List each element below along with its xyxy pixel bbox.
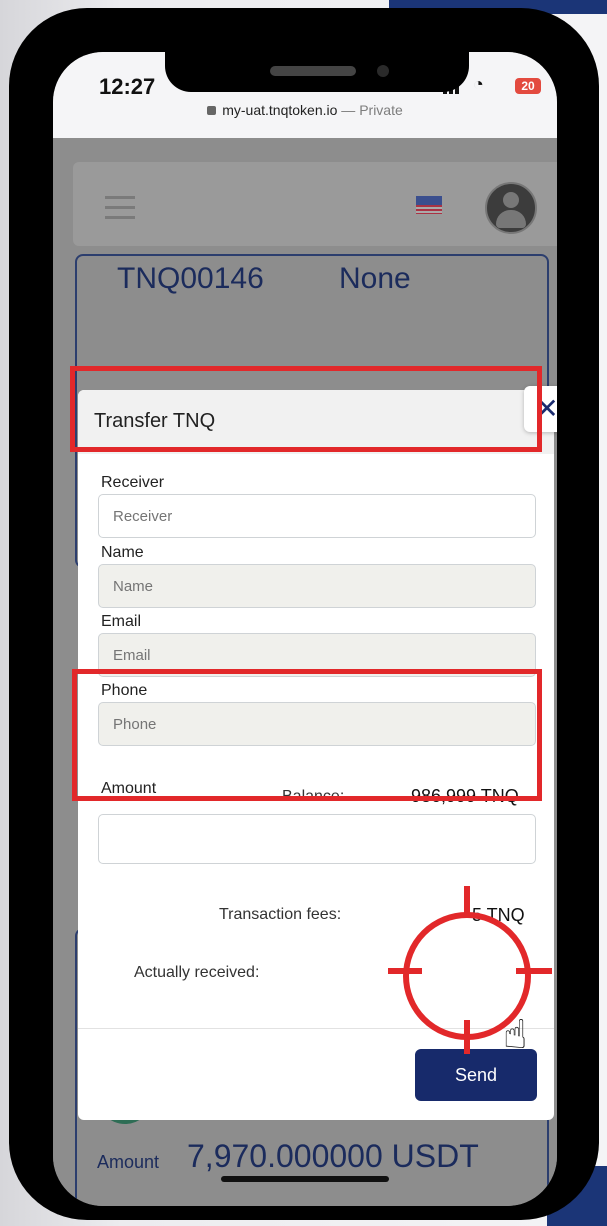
app-header xyxy=(73,162,557,246)
wifi-icon: ◔ xyxy=(473,74,484,94)
crosshair-tick-top xyxy=(464,886,470,916)
avatar-icon[interactable] xyxy=(485,182,537,234)
url-text: my-uat.tnqtoken.io xyxy=(222,102,338,118)
url-bar[interactable]: my-uat.tnqtoken.io — Private xyxy=(53,102,557,118)
background-amount-value: 7,970.000000 USDT xyxy=(187,1138,479,1174)
received-label: Actually received: xyxy=(134,964,260,981)
camera xyxy=(377,65,389,77)
us-flag-icon[interactable] xyxy=(416,196,442,214)
background-amount-label: Amount xyxy=(97,1152,160,1172)
amount-highlight xyxy=(72,669,542,801)
receiver-input[interactable] xyxy=(98,494,536,538)
background-code: TNQ00146 xyxy=(117,262,264,295)
crosshair-tick-left xyxy=(388,968,422,974)
url-separator: — xyxy=(337,102,360,118)
email-label: Email xyxy=(101,613,142,630)
status-time: 12:27 xyxy=(99,74,156,99)
receiver-highlight xyxy=(70,366,542,452)
notch xyxy=(165,52,469,92)
receiver-label: Receiver xyxy=(101,474,165,491)
private-label: Private xyxy=(359,102,403,118)
background-status: None xyxy=(339,262,411,295)
amount-input[interactable] xyxy=(98,814,536,864)
hand-pointer-icon: ☝ xyxy=(503,1013,528,1057)
name-label: Name xyxy=(101,544,144,561)
crosshair-tick-bottom xyxy=(464,1020,470,1054)
speaker xyxy=(270,66,356,76)
name-input[interactable] xyxy=(98,564,536,608)
home-indicator xyxy=(221,1176,389,1182)
lock-icon xyxy=(207,106,217,115)
battery-icon: 20 xyxy=(515,78,541,94)
hamburger-icon[interactable] xyxy=(105,196,135,226)
crosshair-tick-right xyxy=(516,968,552,974)
fees-label: Transaction fees: xyxy=(219,906,342,923)
